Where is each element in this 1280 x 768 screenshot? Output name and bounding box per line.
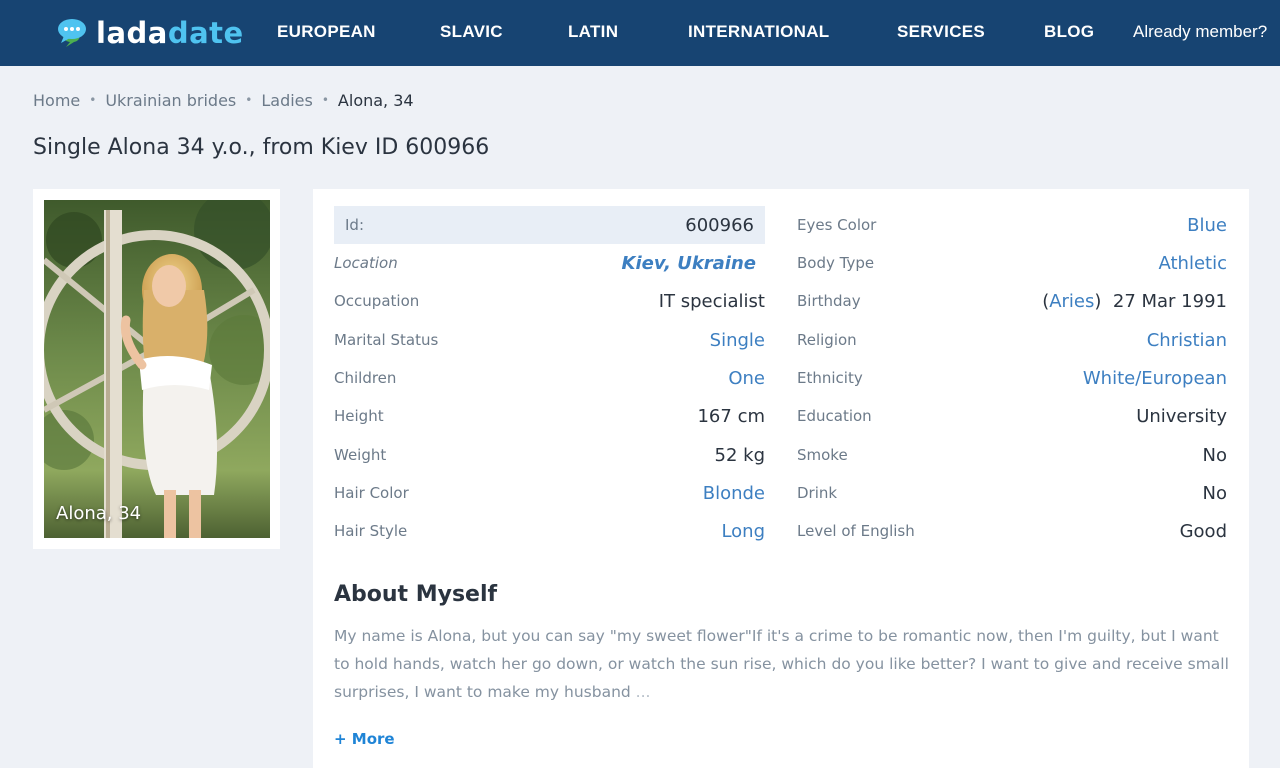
logo-text: ladadate — [96, 15, 244, 50]
detail-row-ethnicity: Ethnicity White/European — [797, 359, 1227, 397]
breadcrumb-current: Alona, 34 — [337, 91, 414, 110]
photo-caption: Alona, 34 — [56, 503, 142, 524]
detail-row-id: Id: 600966 — [334, 206, 765, 244]
nav-blog[interactable]: BLOG — [1044, 22, 1094, 42]
nav-slavic[interactable]: SLAVIC — [440, 22, 503, 42]
breadcrumb-ladies[interactable]: Ladies — [261, 91, 313, 110]
about-text: My name is Alona, but you can say "my sw… — [334, 622, 1234, 706]
zodiac-link[interactable]: Aries — [1049, 291, 1094, 312]
detail-value: University — [1136, 405, 1227, 427]
detail-row-hair-color: Hair Color Blonde — [334, 474, 765, 512]
site-logo[interactable]: ladadate — [56, 14, 244, 52]
birthday-value: (Aries) 27 Mar 1991 — [1042, 290, 1227, 312]
breadcrumb-separator: • — [89, 93, 97, 107]
profile-details-panel: Id: 600966 Location Kiev, Ukraine Occupa… — [313, 189, 1249, 768]
ethnicity-link[interactable]: White/European — [1083, 368, 1227, 389]
detail-row-marital-status: Marital Status Single — [334, 321, 765, 359]
page-title: Single Alona 34 y.o., from Kiev ID 60096… — [33, 135, 490, 160]
detail-row-occupation: Occupation IT specialist — [334, 282, 765, 320]
detail-label: Drink — [797, 484, 838, 502]
detail-label: Education — [797, 407, 872, 425]
detail-label: Height — [334, 407, 384, 425]
more-button[interactable]: + More — [334, 730, 395, 748]
detail-row-body-type: Body Type Athletic — [797, 244, 1227, 282]
detail-label: Location — [334, 254, 398, 272]
marital-status-link[interactable]: Single — [710, 330, 765, 351]
detail-row-religion: Religion Christian — [797, 321, 1227, 359]
detail-label: Religion — [797, 331, 857, 349]
location-link[interactable]: Kiev, Ukraine — [622, 253, 757, 274]
detail-row-children: Children One — [334, 359, 765, 397]
profile-photo-card: Alona, 34 — [33, 189, 280, 549]
about-text-body: My name is Alona, but you can say "my sw… — [334, 627, 1229, 701]
detail-row-eyes-color: Eyes Color Blue — [797, 206, 1227, 244]
detail-label: Hair Color — [334, 484, 409, 502]
site-header: ladadate EUROPEAN SLAVIC LATIN INTERNATI… — [0, 0, 1280, 66]
nav-services[interactable]: SERVICES — [897, 22, 985, 42]
detail-value: 52 kg — [714, 444, 765, 466]
detail-label: Birthday — [797, 292, 861, 310]
detail-row-weight: Weight 52 kg — [334, 436, 765, 474]
eyes-color-link[interactable]: Blue — [1187, 215, 1227, 236]
breadcrumb-separator: • — [245, 93, 253, 107]
detail-label: Id: — [345, 216, 364, 234]
detail-label: Eyes Color — [797, 216, 877, 234]
breadcrumb-ukrainian-brides[interactable]: Ukrainian brides — [105, 91, 236, 110]
detail-row-hair-style: Hair Style Long — [334, 512, 765, 550]
detail-value: 167 cm — [697, 405, 765, 427]
breadcrumb-separator: • — [321, 93, 329, 107]
detail-label: Marital Status — [334, 331, 439, 349]
nav-international[interactable]: INTERNATIONAL — [688, 22, 829, 42]
detail-row-education: Education University — [797, 397, 1227, 435]
detail-label: Occupation — [334, 292, 420, 310]
detail-label: Smoke — [797, 446, 848, 464]
profile-photo[interactable]: Alona, 34 — [44, 200, 270, 538]
detail-value: IT specialist — [658, 290, 765, 312]
hair-style-link[interactable]: Long — [721, 521, 765, 542]
detail-label: Weight — [334, 446, 387, 464]
detail-value: No — [1202, 482, 1227, 504]
breadcrumb-home[interactable]: Home — [33, 91, 80, 110]
hair-color-link[interactable]: Blonde — [703, 483, 765, 504]
detail-row-level-of-english: Level of English Good — [797, 512, 1227, 550]
nav-latin[interactable]: LATIN — [568, 22, 618, 42]
detail-row-smoke: Smoke No — [797, 436, 1227, 474]
detail-row-location: Location Kiev, Ukraine — [334, 244, 765, 282]
detail-label: Children — [334, 369, 397, 387]
detail-row-drink: Drink No — [797, 474, 1227, 512]
about-ellipsis: ... — [635, 683, 651, 701]
nav-european[interactable]: EUROPEAN — [277, 22, 376, 42]
detail-value: 600966 — [685, 214, 754, 236]
already-member-link[interactable]: Already member? — [1133, 22, 1267, 42]
children-link[interactable]: One — [728, 368, 765, 389]
detail-label: Hair Style — [334, 522, 408, 540]
body-type-link[interactable]: Athletic — [1159, 253, 1228, 274]
detail-value: No — [1202, 444, 1227, 466]
detail-value: Good — [1179, 520, 1227, 542]
detail-label: Ethnicity — [797, 369, 863, 387]
about-title: About Myself — [334, 582, 498, 607]
detail-label: Body Type — [797, 254, 875, 272]
breadcrumb: Home • Ukrainian brides • Ladies • Alona, 34 — [33, 91, 414, 110]
detail-row-height: Height 167 cm — [334, 397, 765, 435]
chat-bubbles-icon — [56, 17, 88, 49]
detail-row-birthday: Birthday (Aries) 27 Mar 1991 — [797, 282, 1227, 320]
detail-label: Level of English — [797, 522, 915, 540]
birthday-date: 27 Mar 1991 — [1112, 290, 1227, 312]
religion-link[interactable]: Christian — [1147, 330, 1227, 351]
